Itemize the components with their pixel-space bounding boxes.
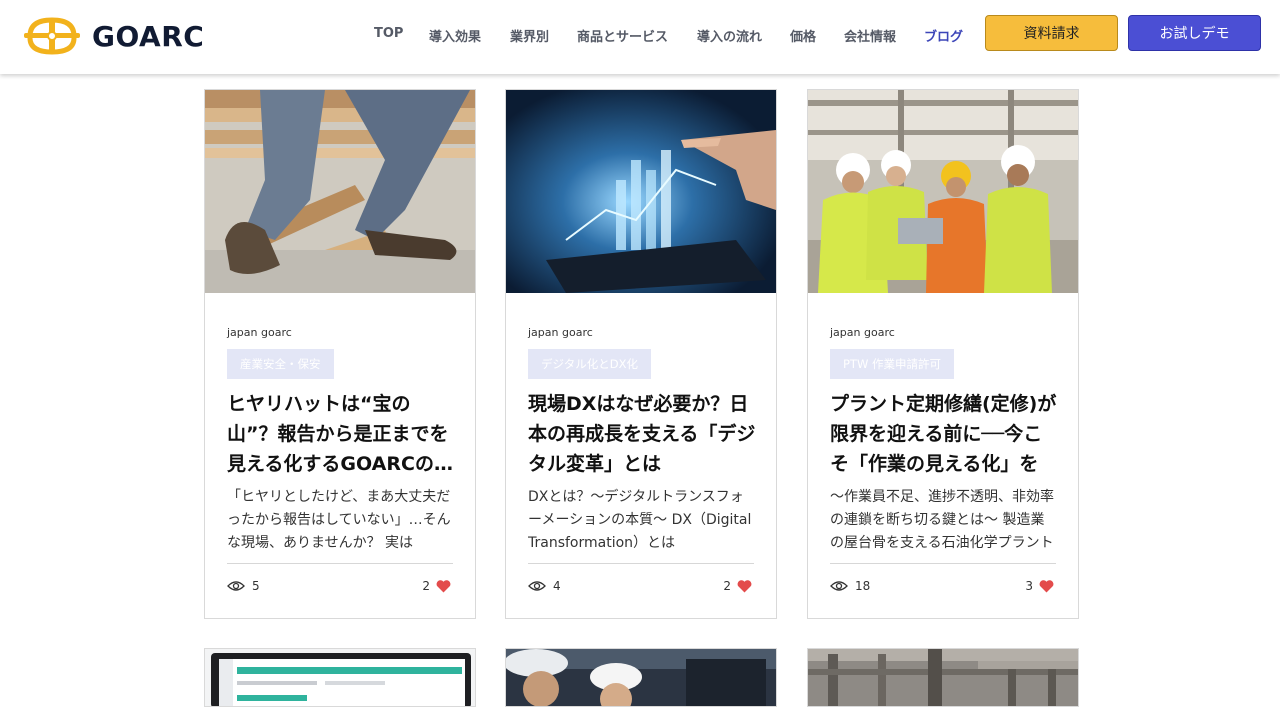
post-likes: 2	[723, 578, 752, 594]
post-author: japan goarc	[528, 326, 593, 339]
post-likes: 3	[1025, 578, 1054, 594]
post-image-worker-stepping[interactable]	[205, 90, 475, 293]
post-likes: 2	[422, 578, 451, 594]
post-category-tag[interactable]: デジタル化とDX化	[528, 349, 652, 379]
blog-post-card[interactable]: japan goarc デジタル化とDX化 現場DXはなぜ必要か？日本の再成長を…	[505, 89, 777, 619]
blog-post-card[interactable]: japan goarc PTW 作業申請許可 プラント定期修繕(定修)が限界を迎…	[807, 89, 1079, 619]
card-divider	[830, 563, 1056, 564]
card-divider	[227, 563, 453, 564]
post-title[interactable]: 現場DXはなぜ必要か？日本の再成長を支える「デジタル変革」とは	[528, 389, 756, 479]
site-logo[interactable]: GOARC	[22, 14, 204, 58]
post-author: japan goarc	[227, 326, 292, 339]
post-category-tag[interactable]: PTW 作業申請許可	[830, 349, 954, 379]
views-count: 4	[553, 579, 561, 593]
post-image-engineers-helmets[interactable]	[506, 649, 776, 707]
site-header: GOARC TOP 導入効果 業界別 商品とサービス 導入の流れ 価格 会社情報…	[0, 0, 1280, 74]
nav-flow[interactable]: 導入の流れ	[697, 26, 762, 45]
nav-company[interactable]: 会社情報	[844, 26, 896, 45]
trial-demo-button[interactable]: お試しデモ	[1128, 15, 1261, 51]
nav-top[interactable]: TOP	[374, 26, 403, 41]
post-views: 4	[528, 578, 561, 594]
eye-icon	[528, 581, 546, 591]
nav-products[interactable]: 商品とサービス	[577, 26, 668, 45]
post-excerpt: 「ヒヤリとしたけど、まあ大丈夫だったから報告はしていない」…そんな現場、ありませ…	[227, 489, 451, 551]
post-views: 18	[830, 578, 870, 594]
brand-name: GOARC	[92, 19, 205, 53]
blog-post-card-next[interactable]	[505, 648, 777, 707]
post-image-software-dashboard[interactable]	[205, 649, 475, 707]
eye-icon	[830, 581, 848, 591]
post-views: 5	[227, 578, 260, 594]
views-count: 18	[855, 579, 871, 593]
post-image-industrial-plant[interactable]	[808, 649, 1078, 707]
request-materials-button[interactable]: 資料請求	[985, 15, 1118, 51]
post-author: japan goarc	[830, 326, 895, 339]
heart-icon[interactable]	[737, 579, 752, 593]
post-title[interactable]: ヒヤリハットは“宝の山”？報告から是正までを見える化するGOARCの活用法	[227, 389, 455, 479]
heart-icon[interactable]	[436, 579, 451, 593]
views-count: 5	[252, 579, 260, 593]
blog-post-card[interactable]: japan goarc 産業安全・保安 ヒヤリハットは“宝の山”？報告から是正ま…	[204, 89, 476, 619]
nav-effects[interactable]: 導入効果	[429, 26, 481, 45]
nav-industries[interactable]: 業界別	[510, 26, 549, 45]
nav-pricing[interactable]: 価格	[790, 26, 816, 45]
goarc-logo-icon	[24, 17, 80, 55]
likes-count: 3	[1025, 579, 1033, 593]
heart-icon[interactable]	[1039, 579, 1054, 593]
post-image-construction-workers[interactable]	[808, 90, 1078, 293]
nav-blog[interactable]: ブログ	[924, 26, 963, 45]
likes-count: 2	[723, 579, 731, 593]
post-excerpt: DXとは？〜デジタルトランスフォーメーションの本質〜 DX（Digital Tr…	[528, 489, 752, 551]
blog-post-card-next[interactable]	[807, 648, 1079, 707]
post-image-digital-hologram[interactable]	[506, 90, 776, 293]
card-divider	[528, 563, 754, 564]
likes-count: 2	[422, 579, 430, 593]
blog-post-card-next[interactable]	[204, 648, 476, 707]
eye-icon	[227, 581, 245, 591]
post-category-tag[interactable]: 産業安全・保安	[227, 349, 334, 379]
post-excerpt: 〜作業員不足、進捗不透明、非効率の連鎖を断ち切る鍵とは〜 製造業の屋台骨を支える…	[830, 489, 1054, 551]
post-title[interactable]: プラント定期修繕(定修)が限界を迎える前に──今こそ「作業の見える化」を	[830, 389, 1058, 479]
